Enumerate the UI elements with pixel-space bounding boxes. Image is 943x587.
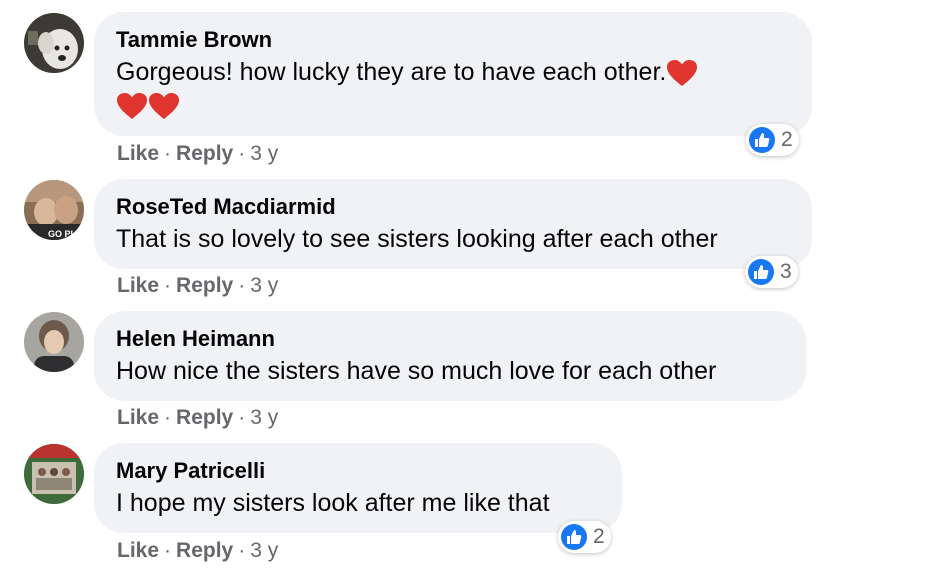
heart-emoji-icon [667,60,698,87]
reaction-badge[interactable]: 3 [745,256,798,288]
separator: · [238,142,246,165]
comment-text: That is so lovely to see sisters looking… [116,225,718,253]
avatar[interactable] [24,13,84,73]
like-link[interactable]: Like [117,142,159,165]
comment-text: Gorgeous! how lucky they are to have eac… [116,56,790,122]
comment-bubble: Mary Patricelli I hope my sisters look a… [94,443,622,533]
avatar[interactable] [24,312,84,372]
comment-bubble: RoseTed Macdiarmid That is so lovely to … [94,179,812,269]
reply-link[interactable]: Reply [176,274,233,297]
heart-emoji-icon [117,93,147,120]
couple-avatar-icon: GO PI [24,180,84,240]
woman-avatar-icon [24,312,84,372]
separator: · [164,142,172,165]
comment-actions: Like · Reply · 3 y [117,538,278,564]
timestamp[interactable]: 3 y [250,539,278,562]
comment-author[interactable]: Mary Patricelli [116,457,600,485]
comment-bubble: Helen Heimann How nice the sisters have … [94,311,806,401]
separator: · [164,539,172,562]
comment-text: How nice the sisters have so much love f… [116,357,717,385]
dog-avatar-icon [24,13,84,73]
reaction-badge[interactable]: 2 [746,124,799,156]
heart-emoji-icon [149,93,179,120]
timestamp[interactable]: 3 y [250,406,278,429]
reaction-badge[interactable]: 2 [558,521,611,553]
comment-actions: Like · Reply · 3 y [117,273,278,299]
group-photo-avatar-icon [24,444,84,504]
avatar[interactable]: GO PI [24,180,84,240]
like-link[interactable]: Like [117,406,159,429]
thumbs-up-icon [748,259,774,285]
comment-actions: Like · Reply · 3 y [117,141,278,167]
reply-link[interactable]: Reply [176,142,233,165]
timestamp[interactable]: 3 y [250,274,278,297]
comment-author[interactable]: Tammie Brown [116,26,790,54]
reaction-count: 2 [593,525,605,548]
thumbs-up-icon [749,127,775,153]
comment-actions: Like · Reply · 3 y [117,405,278,431]
svg-text:GO PI: GO PI [48,229,73,239]
avatar[interactable] [24,444,84,504]
separator: · [238,406,246,429]
separator: · [164,406,172,429]
timestamp[interactable]: 3 y [250,142,278,165]
separator: · [238,539,246,562]
thumbs-up-icon [561,524,587,550]
reply-link[interactable]: Reply [176,539,233,562]
reaction-count: 3 [780,260,792,283]
comment-author[interactable]: Helen Heimann [116,325,784,353]
comment-text-body: Gorgeous! how lucky they are to have eac… [116,58,667,86]
comment-bubble: Tammie Brown Gorgeous! how lucky they ar… [94,12,812,136]
reply-link[interactable]: Reply [176,406,233,429]
comment-author[interactable]: RoseTed Macdiarmid [116,193,790,221]
separator: · [164,274,172,297]
separator: · [238,274,246,297]
like-link[interactable]: Like [117,539,159,562]
like-link[interactable]: Like [117,274,159,297]
comment-text: I hope my sisters look after me like tha… [116,489,550,517]
reaction-count: 2 [781,128,793,151]
